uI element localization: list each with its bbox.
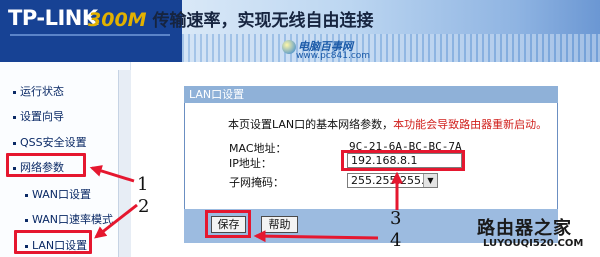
step-number-1: 1 (137, 174, 149, 195)
step-number-2: 2 (138, 196, 150, 217)
panel-description: 本页设置LAN口的基本网络参数，本功能会导致路由器重新启动。 (228, 116, 547, 132)
step-number-3: 3 (390, 208, 402, 229)
bullet-icon (13, 115, 16, 119)
subnet-mask-value: 255.255.255.0 (351, 174, 432, 187)
corner-watermark-url: LUYOUQI520.COM (483, 238, 584, 249)
slogan-speed: 300M (88, 9, 147, 31)
watermark-site-url: www.pc841.com (296, 51, 371, 61)
sidebar-item-label: WAN口设置 (32, 188, 92, 201)
bullet-icon (25, 193, 28, 197)
subnet-mask-select[interactable]: 255.255.255.0 ▼ (347, 173, 438, 188)
sidebar-item-qss[interactable]: QSS安全设置 (13, 134, 87, 150)
subnet-mask-label: 子网掩码： (229, 176, 284, 189)
highlight-network-params (6, 153, 86, 177)
help-button[interactable]: 帮助 (261, 216, 298, 233)
banner-stripe (182, 34, 600, 62)
panel-title: LAN口设置 (184, 86, 558, 103)
sidebar-scrollbar[interactable] (118, 70, 131, 257)
bullet-icon (25, 218, 28, 222)
sidebar-item-label: QSS安全设置 (20, 136, 87, 149)
logo-underline (10, 34, 170, 36)
chevron-down-icon: ▼ (423, 174, 437, 187)
tp-link-logo: TP-LINK (8, 6, 98, 30)
mac-label: MAC地址： (229, 142, 287, 155)
highlight-save-button (205, 210, 251, 238)
slogan-body: 传输速率，实现无线自由连接 (152, 11, 374, 31)
slogan-text: 300M 传输速率，实现无线自由连接 (88, 6, 374, 31)
sidebar-item-status[interactable]: 运行状态 (13, 83, 64, 99)
ip-label: IP地址： (229, 157, 272, 170)
corner-watermark-title: 路由器之家 (477, 218, 572, 239)
highlight-lan-settings (14, 230, 92, 254)
watermark-globe-icon (282, 40, 296, 54)
header-banner: TP-LINK 300M 传输速率，实现无线自由连接 电脑百事网 www.pc8… (0, 0, 600, 62)
sidebar-item-wan[interactable]: WAN口设置 (25, 186, 91, 202)
sidebar-item-wizard[interactable]: 设置向导 (13, 108, 64, 124)
sidebar-item-label: 运行状态 (20, 85, 64, 98)
highlight-ip-input (341, 150, 465, 171)
step-number-4: 4 (390, 230, 402, 251)
bullet-icon (13, 141, 16, 145)
bullet-icon (13, 90, 16, 94)
restart-warning: 本功能会导致路由器重新启动。 (393, 118, 548, 131)
sidebar-item-label: 设置向导 (20, 110, 64, 123)
sidebar-item-wan-speed[interactable]: WAN口速率模式 (25, 211, 113, 227)
sidebar-item-label: WAN口速率模式 (32, 213, 114, 226)
description-text: 本页设置LAN口的基本网络参数， (228, 118, 394, 131)
